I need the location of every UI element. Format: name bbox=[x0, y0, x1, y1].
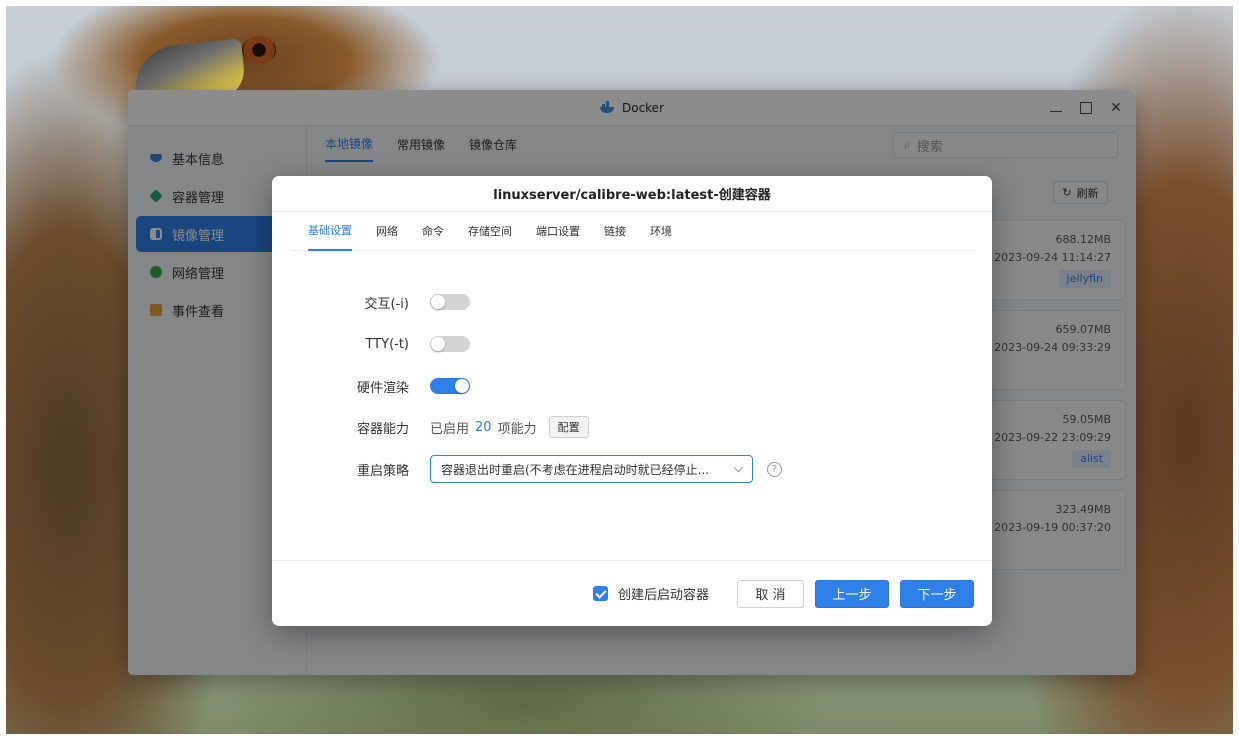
capabilities-row: 容器能力 已启用 20 项能力 配置 bbox=[272, 413, 992, 441]
tab-command[interactable]: 命令 bbox=[422, 212, 444, 251]
tty-row: TTY(-t) bbox=[272, 330, 992, 358]
restart-row: 重启策略 容器退出时重启(不考虑在进程启动时就已经停止... ? bbox=[272, 455, 992, 483]
wallpaper-eagle-eye bbox=[242, 36, 276, 64]
tab-basic-settings[interactable]: 基础设置 bbox=[308, 212, 352, 251]
tab-storage[interactable]: 存储空间 bbox=[468, 212, 512, 251]
restart-policy-value: 容器退出时重启(不考虑在进程启动时就已经停止... bbox=[441, 462, 710, 477]
tty-toggle[interactable] bbox=[430, 336, 470, 352]
hw-render-label: 硬件渲染 bbox=[356, 380, 409, 396]
interactive-row: 交互(-i) bbox=[272, 288, 992, 316]
capabilities-label: 容器能力 bbox=[356, 421, 409, 437]
cancel-button[interactable]: 取 消 bbox=[737, 579, 804, 608]
tab-environment[interactable]: 环境 bbox=[650, 212, 672, 251]
interactive-label: 交互(-i) bbox=[364, 296, 409, 312]
hw-render-row: 硬件渲染 bbox=[272, 372, 992, 400]
dialog-tabs: 基础设置 网络 命令 存储空间 端口设置 链接 环境 bbox=[292, 212, 974, 251]
tty-label: TTY(-t) bbox=[365, 336, 409, 352]
tab-network[interactable]: 网络 bbox=[376, 212, 398, 251]
next-step-button[interactable]: 下一步 bbox=[900, 579, 974, 608]
tab-links[interactable]: 链接 bbox=[604, 212, 626, 251]
start-after-create-label: 创建后启动容器 bbox=[617, 588, 709, 603]
interactive-toggle[interactable] bbox=[430, 294, 470, 310]
restart-policy-select[interactable]: 容器退出时重启(不考虑在进程启动时就已经停止... bbox=[430, 455, 753, 483]
help-icon[interactable]: ? bbox=[767, 461, 782, 477]
dialog-title: linuxserver/calibre-web:latest-创建容器 bbox=[272, 176, 992, 212]
configure-button[interactable]: 配置 bbox=[548, 416, 589, 438]
start-after-create-option[interactable]: 创建后启动容器 bbox=[592, 584, 709, 603]
start-after-create-checkbox[interactable] bbox=[592, 586, 608, 601]
restart-label: 重启策略 bbox=[356, 463, 409, 479]
hw-render-toggle[interactable] bbox=[430, 378, 470, 394]
tab-ports[interactable]: 端口设置 bbox=[536, 212, 580, 251]
capabilities-count: 20 bbox=[475, 419, 492, 435]
previous-step-button[interactable]: 上一步 bbox=[815, 579, 889, 608]
create-container-dialog: linuxserver/calibre-web:latest-创建容器 基础设置… bbox=[272, 176, 992, 626]
chevron-down-icon bbox=[733, 462, 744, 472]
dialog-footer: 创建后启动容器 取 消 上一步 下一步 bbox=[272, 560, 992, 626]
capabilities-suffix: 项能力 bbox=[497, 421, 537, 437]
capabilities-prefix: 已启用 bbox=[430, 421, 470, 437]
